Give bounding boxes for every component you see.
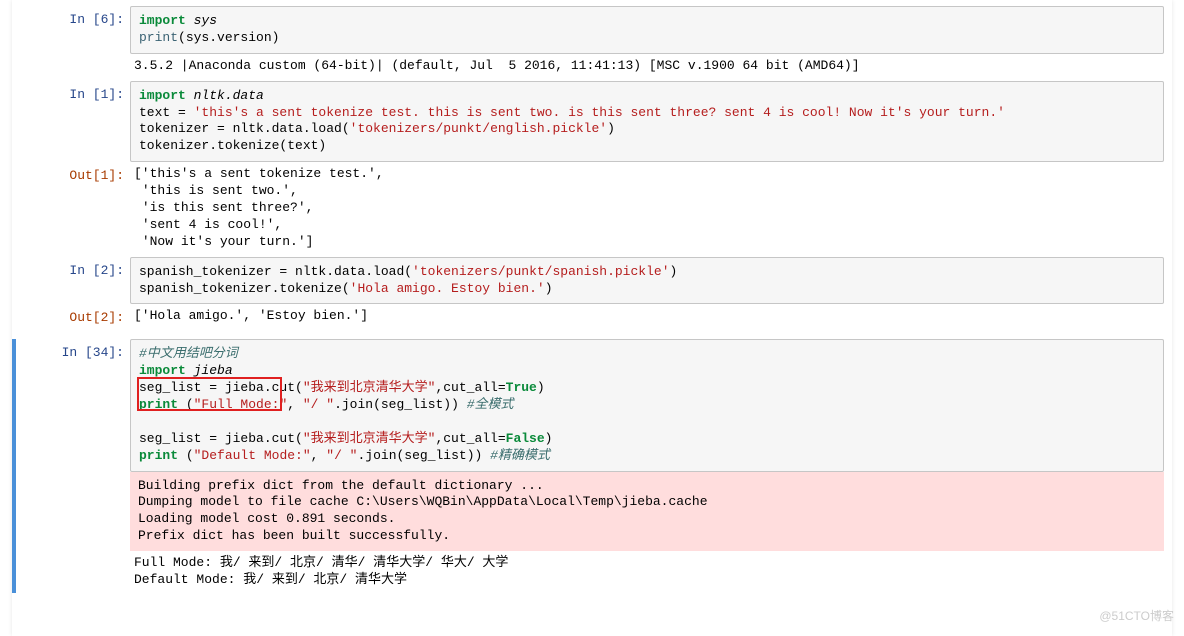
code-input-2[interactable]: spanish_tokenizer = nltk.data.load('toke… bbox=[130, 257, 1164, 305]
stderr-prompt-34 bbox=[16, 472, 130, 484]
stdout-prompt-34 bbox=[16, 551, 130, 563]
in-prompt-6: In [6]: bbox=[12, 6, 130, 35]
stderr-34: Building prefix dict from the default di… bbox=[130, 472, 1164, 552]
out-prompt-2: Out[2]: bbox=[12, 304, 130, 333]
code-input-6[interactable]: import sys print(sys.version) bbox=[130, 6, 1164, 54]
output-2: ['Hola amigo.', 'Estoy bien.'] bbox=[130, 304, 1164, 329]
code-input-34[interactable]: #中文用结吧分词 import jieba seg_list = jieba.c… bbox=[130, 339, 1164, 471]
code-input-1[interactable]: import nltk.data text = 'this's a sent t… bbox=[130, 81, 1164, 163]
notebook: In [6]: import sys print(sys.version) 3.… bbox=[12, 0, 1172, 636]
watermark: @51CTO博客 bbox=[1099, 609, 1174, 625]
cell-6: In [6]: import sys print(sys.version) 3.… bbox=[12, 6, 1172, 79]
cell-2: In [2]: spanish_tokenizer = nltk.data.lo… bbox=[12, 257, 1172, 334]
cell-1: In [1]: import nltk.data text = 'this's … bbox=[12, 81, 1172, 255]
output-34: Full Mode: 我/ 来到/ 北京/ 清华/ 清华大学/ 华大/ 大学 D… bbox=[130, 551, 1164, 593]
out-prompt-1: Out[1]: bbox=[12, 162, 130, 191]
in-prompt-1: In [1]: bbox=[12, 81, 130, 110]
cell-34: In [34]: #中文用结吧分词 import jieba seg_list … bbox=[12, 339, 1172, 593]
output-1: ['this's a sent tokenize test.', 'this i… bbox=[130, 162, 1164, 254]
output-6: 3.5.2 |Anaconda custom (64-bit)| (defaul… bbox=[130, 54, 1164, 79]
out-prompt-6 bbox=[12, 54, 130, 66]
in-prompt-34: In [34]: bbox=[16, 339, 130, 368]
in-prompt-2: In [2]: bbox=[12, 257, 130, 286]
